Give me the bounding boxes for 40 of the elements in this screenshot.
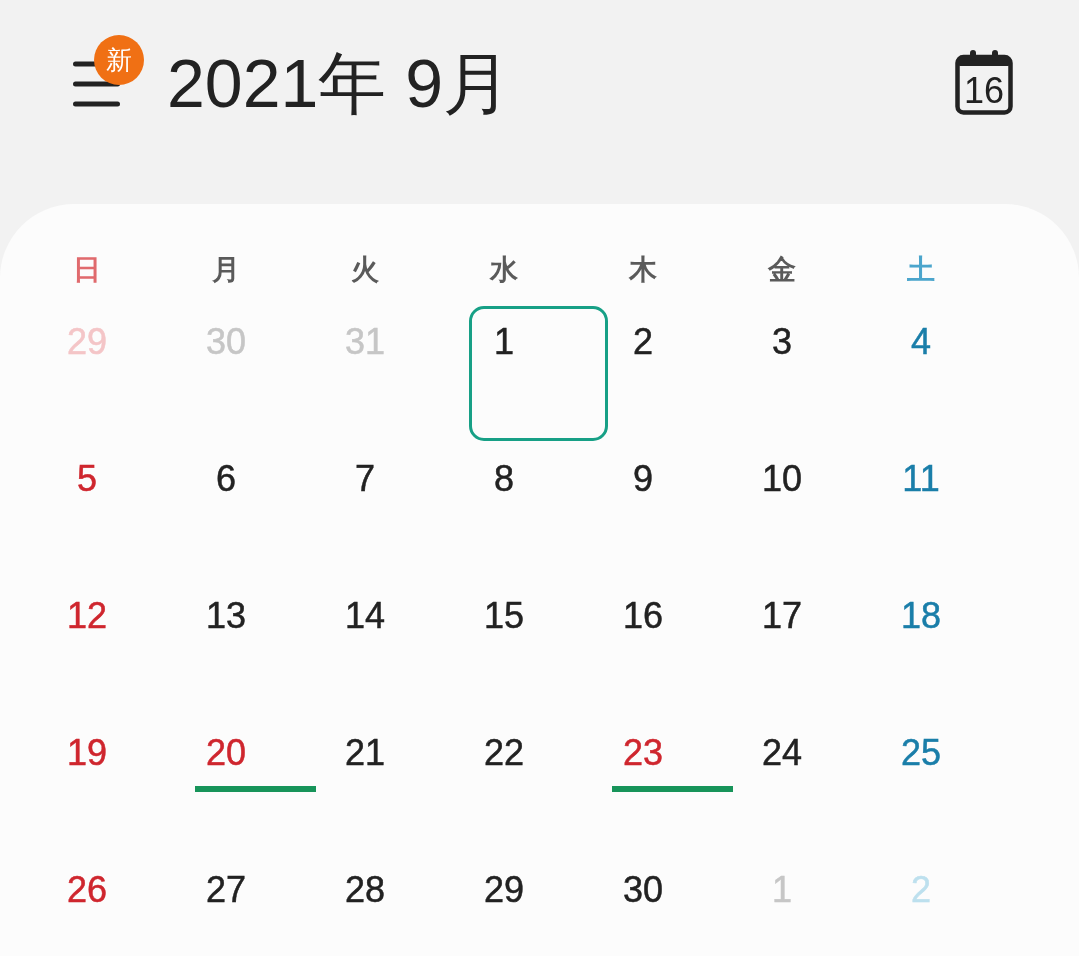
new-badge: 新	[94, 35, 144, 85]
weekday-label: 土	[907, 254, 935, 286]
day-number[interactable]: 21	[330, 735, 400, 771]
weekday-label: 日	[73, 254, 101, 286]
day-number[interactable]: 19	[52, 735, 122, 771]
day-number[interactable]: 18	[886, 598, 956, 634]
day-number[interactable]: 6	[191, 461, 261, 497]
day-number[interactable]: 29	[469, 872, 539, 908]
day-number[interactable]: 13	[191, 598, 261, 634]
day-number[interactable]: 3	[747, 324, 817, 360]
day-number[interactable]: 11	[886, 461, 956, 497]
day-number[interactable]: 23	[608, 735, 678, 771]
day-number[interactable]: 26	[52, 872, 122, 908]
day-number[interactable]: 15	[469, 598, 539, 634]
day-number[interactable]: 27	[191, 872, 261, 908]
weekday-label: 火	[351, 254, 379, 286]
day-number[interactable]: 10	[747, 461, 817, 497]
day-number[interactable]: 22	[469, 735, 539, 771]
day-number[interactable]: 7	[330, 461, 400, 497]
selected-day-frame[interactable]: 1	[469, 306, 608, 441]
day-number[interactable]: 5	[52, 461, 122, 497]
day-number[interactable]: 2	[608, 324, 678, 360]
day-number[interactable]: 4	[886, 324, 956, 360]
day-number[interactable]: 24	[747, 735, 817, 771]
weekday-label: 木	[629, 254, 657, 286]
day-number[interactable]: 17	[747, 598, 817, 634]
day-number[interactable]: 25	[886, 735, 956, 771]
day-number[interactable]: 8	[469, 461, 539, 497]
weekday-label: 水	[490, 254, 518, 286]
day-number[interactable]: 20	[191, 735, 261, 771]
day-number[interactable]: 14	[330, 598, 400, 634]
weekday-label: 金	[768, 254, 796, 286]
day-number[interactable]: 16	[608, 598, 678, 634]
month-title: 2021年 9月	[167, 44, 511, 123]
day-number[interactable]: 30	[608, 872, 678, 908]
day-number[interactable]: 9	[608, 461, 678, 497]
day-number[interactable]: 12	[52, 598, 122, 634]
day-number[interactable]: 1	[469, 324, 539, 360]
weekday-label: 月	[212, 254, 240, 286]
day-number[interactable]: 28	[330, 872, 400, 908]
